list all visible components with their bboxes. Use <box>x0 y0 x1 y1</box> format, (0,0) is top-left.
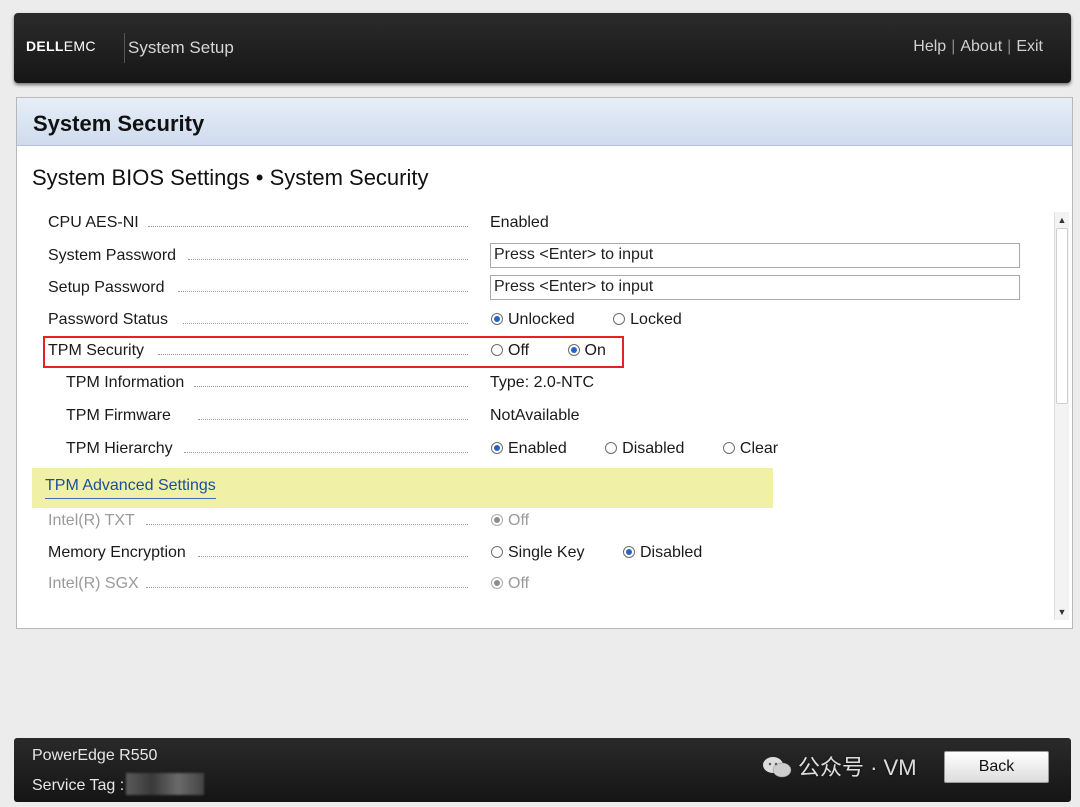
link-separator: | <box>1007 38 1012 55</box>
tpm-advanced-row: TPM Advanced Settings <box>32 468 773 508</box>
setting-label: Intel(R) SGX <box>48 575 142 592</box>
setting-intel-sgx: Intel(R) SGX Off <box>48 572 1048 596</box>
radio-empty-icon <box>613 313 626 325</box>
header-links: Help | About | Exit <box>913 38 1043 56</box>
radio-sgx-off: Off <box>491 572 529 596</box>
radio-hierarchy-clear[interactable]: Clear <box>722 437 778 461</box>
radio-disabled-icon <box>491 577 503 589</box>
exit-link[interactable]: Exit <box>1016 38 1043 55</box>
help-link[interactable]: Help <box>913 38 946 55</box>
setting-value: Type: 2.0-NTC <box>490 374 595 391</box>
app-title: System Setup <box>128 38 234 57</box>
setting-value: Enabled <box>490 214 549 231</box>
setting-setup-password: Setup Password Press <Enter> to input <box>48 275 1048 300</box>
breadcrumb: System BIOS Settings • System Security <box>32 165 429 190</box>
setting-label: CPU AES-NI <box>48 214 142 231</box>
setting-label: TPM Firmware <box>66 407 174 424</box>
radio-empty-icon <box>491 546 503 558</box>
wechat-icon <box>763 757 792 778</box>
radio-unlocked[interactable]: Unlocked <box>491 308 575 332</box>
radio-selected-icon <box>622 546 635 558</box>
system-password-field[interactable]: Press <Enter> to input <box>490 243 1020 268</box>
leader-dots <box>146 587 468 588</box>
setting-intel-txt: Intel(R) TXT Off <box>48 509 1048 533</box>
radio-empty-icon <box>605 442 618 454</box>
leader-dots <box>194 386 468 387</box>
setting-label: TPM Hierarchy <box>66 440 176 457</box>
radio-selected-icon <box>491 442 503 454</box>
setting-password-status: Password Status Unlocked Locked <box>48 308 1048 332</box>
dell-emc-logo: DELLEMC <box>26 38 96 54</box>
logo-emc: EMC <box>63 38 96 54</box>
setting-label: Setup Password <box>48 279 168 296</box>
setting-cpu-aes-ni: CPU AES-NI Enabled <box>48 211 1048 235</box>
setting-label: System Password <box>48 247 180 264</box>
radio-selected-icon <box>491 313 503 325</box>
page-title: System Security <box>33 111 205 136</box>
highlight-box <box>43 336 624 368</box>
leader-dots <box>183 323 468 324</box>
setting-label: TPM Information <box>66 374 188 391</box>
setting-tpm-firmware: TPM Firmware NotAvailable <box>66 404 1048 428</box>
leader-dots <box>188 259 468 260</box>
logo-dell: DELL <box>26 38 64 54</box>
main-panel: System Security System BIOS Settings • S… <box>16 97 1073 629</box>
radio-hierarchy-enabled[interactable]: Enabled <box>491 437 567 461</box>
leader-dots <box>198 556 468 557</box>
leader-dots <box>184 452 468 453</box>
setting-memory-encryption: Memory Encryption Single Key Disabled <box>48 541 1048 565</box>
leader-dots <box>148 226 468 227</box>
top-bar: DELLEMC System Setup Help | About | Exit <box>14 13 1071 83</box>
watermark-text: 公众号 · VM <box>798 755 917 780</box>
server-model: PowerEdge R550 <box>32 747 158 764</box>
radio-locked[interactable]: Locked <box>613 308 682 332</box>
radio-empty-icon <box>722 442 735 454</box>
panel-header: System Security <box>17 98 1072 146</box>
setting-tpm-information: TPM Information Type: 2.0-NTC <box>66 371 1048 395</box>
tpm-advanced-settings-link[interactable]: TPM Advanced Settings <box>45 477 216 499</box>
radio-hierarchy-disabled[interactable]: Disabled <box>605 437 684 461</box>
scroll-thumb[interactable] <box>1056 228 1068 404</box>
setting-label: Memory Encryption <box>48 544 189 561</box>
leader-dots <box>198 419 468 420</box>
scroll-up-arrow-icon[interactable]: ▲ <box>1057 215 1067 225</box>
link-separator: | <box>951 38 956 55</box>
radio-disabled-icon <box>491 514 503 526</box>
radio-single-key[interactable]: Single Key <box>491 541 585 565</box>
setup-password-field[interactable]: Press <Enter> to input <box>490 275 1020 300</box>
leader-dots <box>146 524 468 525</box>
scroll-down-arrow-icon[interactable]: ▼ <box>1057 607 1067 617</box>
setting-system-password: System Password Press <Enter> to input <box>48 243 1048 268</box>
setting-value: NotAvailable <box>490 407 580 424</box>
setting-tpm-hierarchy: TPM Hierarchy Enabled Disabled Clear <box>66 437 1048 461</box>
service-tag-redacted <box>126 773 205 795</box>
setting-label: Password Status <box>48 311 172 328</box>
radio-txt-off: Off <box>491 509 529 533</box>
back-button[interactable]: Back <box>944 751 1049 783</box>
leader-dots <box>178 291 468 292</box>
scrollbar[interactable]: ▲ ▼ <box>1054 212 1069 620</box>
watermark: 公众号 · VM <box>762 750 917 782</box>
radio-mem-disabled[interactable]: Disabled <box>622 541 702 565</box>
setting-label: Intel(R) TXT <box>48 512 138 529</box>
service-tag: Service Tag : <box>32 773 205 795</box>
about-link[interactable]: About <box>960 38 1002 55</box>
header-divider <box>124 33 125 63</box>
